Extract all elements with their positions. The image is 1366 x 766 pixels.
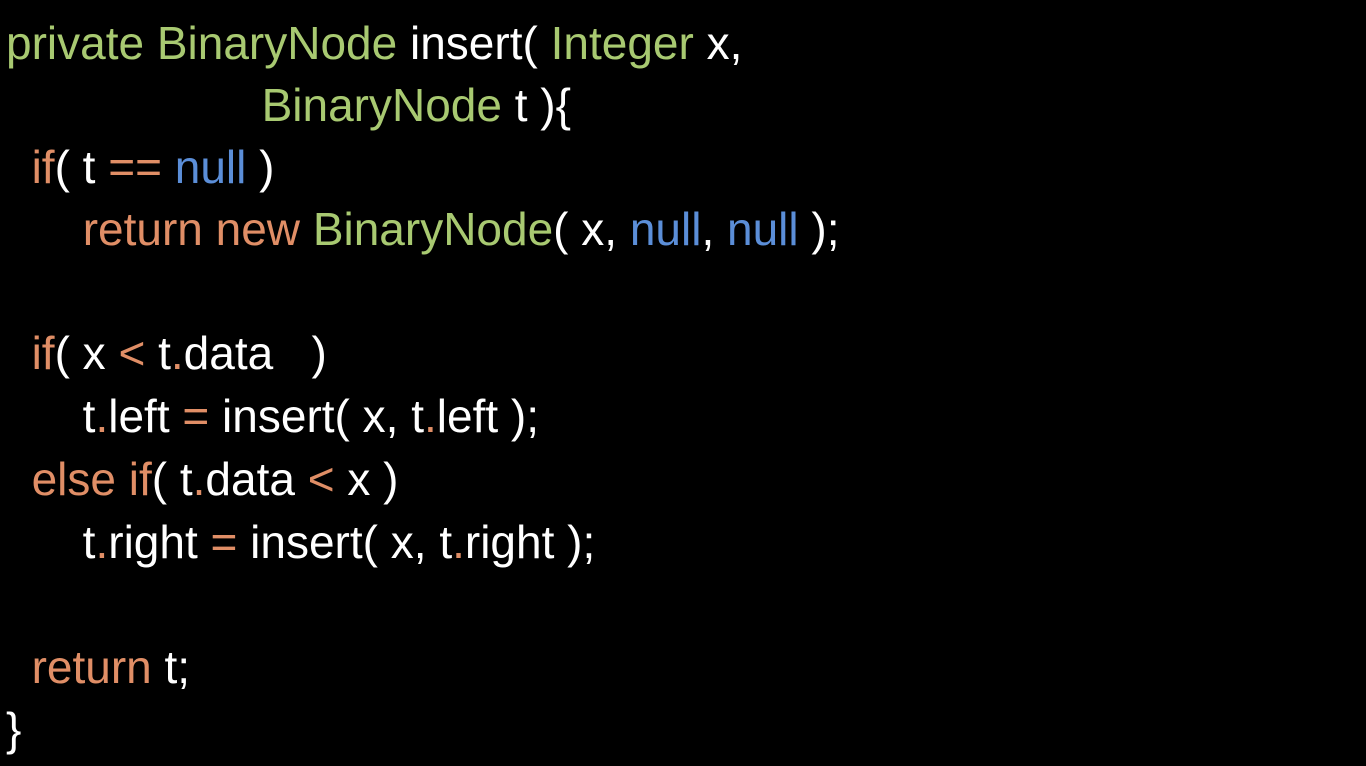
code-token-default: t (145, 327, 171, 379)
code-token-keyword: . (452, 516, 465, 568)
code-token-keyword: . (192, 453, 206, 505)
code-token-keyword: return (31, 641, 152, 693)
code-line: return new BinaryNode( x, null, null ); (6, 198, 840, 260)
code-token-default (6, 453, 32, 505)
code-token-keyword: = (182, 390, 210, 442)
code-token-default: x ) (334, 453, 399, 505)
code-token-default: , (701, 203, 728, 255)
code-token-default: data ) (183, 327, 327, 379)
code-token-default (6, 641, 32, 693)
code-token-literal: null (629, 203, 702, 255)
code-token-default: ( t (151, 453, 193, 505)
code-token-default: insert( x, t (237, 516, 453, 568)
code-token-keyword: < (118, 327, 146, 379)
code-token-keyword: . (95, 516, 109, 568)
code-line: if( x < t.data ) (6, 322, 327, 384)
code-token-default: ( x, (553, 203, 630, 255)
code-token-default: insert( x, t (209, 390, 424, 442)
code-token-keyword: . (170, 327, 184, 379)
code-token-default: x, (693, 17, 743, 69)
code-token-default: right (108, 516, 211, 568)
code-line: return t; (6, 636, 191, 698)
code-line: private BinaryNode insert( Integer x, (6, 12, 742, 74)
code-line: BinaryNode t ){ (6, 74, 571, 136)
code-line: t.right = insert( x, t.right ); (6, 511, 596, 573)
code-token-keyword: < (307, 453, 335, 505)
code-token-default: right ); (464, 516, 596, 568)
code-line: else if( t.data < x ) (6, 448, 399, 510)
code-token-type: BinaryNode (261, 79, 502, 131)
code-block: private BinaryNode insert( Integer x, Bi… (0, 0, 1366, 766)
code-token-type: private (6, 17, 157, 69)
code-token-keyword: = (210, 516, 238, 568)
code-token-literal: null (174, 141, 247, 193)
code-line: } (6, 698, 21, 760)
code-token-default: ) (246, 141, 275, 193)
code-token-default: t ){ (501, 79, 571, 131)
code-token-default: ( t (54, 141, 109, 193)
code-token-default: left ); (436, 390, 540, 442)
code-token-type: BinaryNode (156, 17, 398, 69)
code-line: if( t == null ) (6, 136, 275, 198)
code-token-keyword: . (95, 390, 109, 442)
code-token-keyword: if (31, 327, 55, 379)
code-token-keyword: return new (82, 203, 313, 255)
code-token-type: BinaryNode (312, 203, 554, 255)
code-slide: private BinaryNode insert( Integer x, Bi… (0, 0, 1366, 766)
code-token-literal: null (727, 203, 799, 255)
code-token-default: ); (798, 203, 840, 255)
code-token-default (6, 327, 32, 379)
code-token-default (6, 141, 32, 193)
code-token-keyword: . (424, 390, 437, 442)
code-token-keyword: if (31, 141, 55, 193)
code-token-default: insert( (397, 17, 551, 69)
code-line: t.left = insert( x, t.left ); (6, 385, 539, 447)
code-token-default: t (6, 390, 96, 442)
code-token-default: t (6, 516, 96, 568)
code-token-default: data (205, 453, 308, 505)
code-token-keyword: else if (31, 453, 152, 505)
code-token-type: Integer (550, 17, 694, 69)
code-token-default (162, 141, 175, 193)
code-token-default: ( x (54, 327, 119, 379)
code-token-keyword: == (108, 141, 162, 193)
code-token-default: left (108, 390, 183, 442)
code-token-default (6, 203, 83, 255)
code-token-default: } (6, 703, 22, 755)
code-token-default: t; (151, 641, 191, 693)
code-token-default (6, 79, 262, 131)
